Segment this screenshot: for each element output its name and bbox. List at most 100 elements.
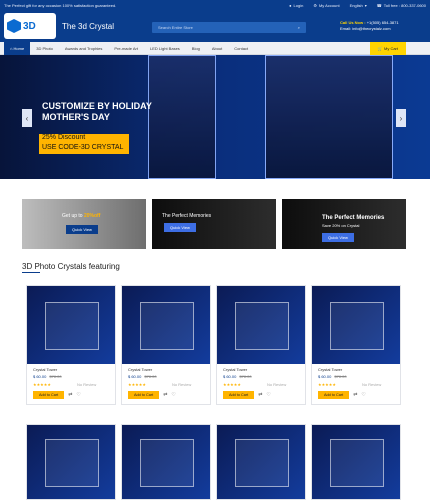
promo-banner-3[interactable]: The Perfect Memories Save 20% on Crystal… [282,199,406,249]
promo-title: The Perfect Memories [322,215,385,221]
nav-awards-trophies[interactable]: Awards and Trophies [59,42,109,55]
section-title: 3D Photo Crystals featuring [22,262,120,271]
heart-icon[interactable]: ♡ [171,392,175,398]
add-to-cart-button[interactable]: Add to Cart [223,391,255,399]
hero-discount: 25% Discount [39,134,129,144]
promo-subtitle: Save 20% on Crystal [322,223,360,228]
rating-stars: ★★★★★ No Review [128,382,192,387]
hero-code: USE CODE-3D CRYSTAL [39,144,129,154]
add-to-cart-button[interactable]: Add to Cart [128,391,160,399]
product-name[interactable]: Crystal Tower [312,364,400,372]
nav-premade-art[interactable]: Pre-made Art [108,42,144,55]
nav-blog[interactable]: Blog [186,42,206,55]
home-icon: ⌂ [10,45,13,51]
nav-contact[interactable]: Contact [228,42,254,55]
hero-crystal-image-2 [265,55,393,179]
topbar-promo: The Perfect gift for any occasion 100% s… [4,2,117,8]
main-nav: ⌂ Home 3D Photo Awards and Trophies Pre-… [0,41,430,55]
product-image[interactable] [122,286,210,364]
rating-stars: ★★★★★ No Review [33,382,97,387]
hero-line2: MOTHER'S DAY [42,112,110,122]
compare-icon[interactable]: ⇄ [353,392,357,398]
compare-icon[interactable]: ⇄ [163,392,167,398]
section-underline [22,272,40,273]
product-name[interactable]: Crystal Tower [122,364,210,372]
review-text: No Review [171,382,192,387]
nav-3d-photo[interactable]: 3D Photo [30,42,59,55]
callus-block: Call Us Now : +1(505) 654-3871 Email: in… [340,20,399,32]
promo-banner-1[interactable]: Get up to 20%off Quick View [22,199,146,249]
add-to-cart-button[interactable]: Add to Cart [33,391,65,399]
compare-icon[interactable]: ⇄ [258,392,262,398]
product-card[interactable]: Crystal Tower $ 60.00 $78.00 ★★★★★ No Revi… [26,285,116,405]
nav-home[interactable]: ⌂ Home [4,41,31,55]
product-grid: Crystal Tower $ 60.00 $78.00 ★★★★★ No Revi… [26,285,401,405]
product-actions: Add to Cart ⇄ ♡ [312,388,400,402]
product-card[interactable]: Crystal Tower $ 60.00 $78.00 ★★★★★ No Revi… [121,285,211,405]
product-grid-row-2 [26,424,401,500]
promo-banner-2[interactable]: The Perfect Memories Quick View [152,199,276,249]
promo-title: The Perfect Memories [162,213,212,219]
quick-view-button[interactable]: Quick View [164,223,196,232]
language-dropdown[interactable]: English ▾ [350,3,367,8]
product-image[interactable] [216,424,306,500]
quick-view-button[interactable]: Quick View [66,225,98,234]
top-bar: The Perfect gift for any occasion 100% s… [0,0,430,10]
product-card[interactable]: Crystal Tower $ 60.00 $78.00 ★★★★★ No Revi… [311,285,401,405]
product-actions: Add to Cart ⇄ ♡ [122,388,210,402]
add-to-cart-button[interactable]: Add to Cart [318,391,350,399]
cart-icon: 🛒 [377,46,383,51]
my-account-link[interactable]: ⚙ My Account [313,3,339,8]
search-icon: ⌕ [297,25,300,30]
product-image[interactable] [217,286,305,364]
header-email: Email: info@thecrystalz.com [340,26,391,31]
review-text: No Review [76,382,97,387]
cube-logo-icon [7,19,21,33]
topbar-right: ● Login ⚙ My Account English ▾ ☎ Toll free :… [289,3,426,8]
product-price: $ 60.00 $78.00 [128,374,157,379]
product-image[interactable] [312,286,400,364]
heart-icon[interactable]: ♡ [76,392,80,398]
nav-about[interactable]: About [206,42,228,55]
callus-label: Call Us Now : [340,20,366,25]
review-text: No Review [361,382,382,387]
search-placeholder: Search Entire Store [158,25,193,30]
my-cart-button[interactable]: 🛒 My Cart [369,42,406,55]
hero-crystal-image-1 [148,55,216,179]
site-header: 3D The 3d Crystal Search Entire Store ⌕ … [0,10,430,42]
product-actions: Add to Cart ⇄ ♡ [27,388,115,402]
chevron-left-icon[interactable]: ‹ [22,109,32,127]
chevron-right-icon[interactable]: › [396,109,406,127]
product-actions: Add to Cart ⇄ ♡ [217,388,305,402]
quick-view-button[interactable]: Quick View [322,233,354,242]
brand-title[interactable]: The 3d Crystal [62,22,114,31]
login-link[interactable]: ● Login [289,3,303,8]
hero-slider: ‹ › CUSTOMIZE BY HOLIDAY MOTHER'S DAY 25… [0,55,430,179]
product-price: $ 60.00 $78.00 [318,374,347,379]
product-card[interactable]: Crystal Tower $ 60.00 $78.00 ★★★★★ No Revi… [216,285,306,405]
rating-stars: ★★★★★ No Review [223,382,287,387]
product-image[interactable] [27,286,115,364]
tollfree-text: ☎ Toll free : 800-337-0600 [376,2,426,8]
search-input[interactable]: Search Entire Store ⌕ [152,22,306,33]
product-price: $ 60.00 $78.00 [223,374,252,379]
compare-icon[interactable]: ⇄ [68,392,72,398]
product-image[interactable] [311,424,401,500]
hero-headline: CUSTOMIZE BY HOLIDAY MOTHER'S DAY [42,101,152,123]
user-icon: ● [289,2,292,8]
chevron-down-icon: ▾ [364,2,367,8]
hero-line1: CUSTOMIZE BY HOLIDAY [42,101,152,111]
heart-icon[interactable]: ♡ [361,392,365,398]
product-image[interactable] [121,424,211,500]
rating-stars: ★★★★★ No Review [318,382,382,387]
product-name[interactable]: Crystal Tower [27,364,115,372]
logo-text: 3D [23,20,36,32]
review-text: No Review [266,382,287,387]
gear-icon: ⚙ [313,2,317,8]
product-name[interactable]: Crystal Tower [217,364,305,372]
heart-icon[interactable]: ♡ [266,392,270,398]
promo-title: Get up to 20%off [62,213,101,219]
nav-led-light-bases[interactable]: LED Light Bases [144,42,186,55]
site-logo[interactable]: 3D [4,13,56,39]
product-image[interactable] [26,424,116,500]
